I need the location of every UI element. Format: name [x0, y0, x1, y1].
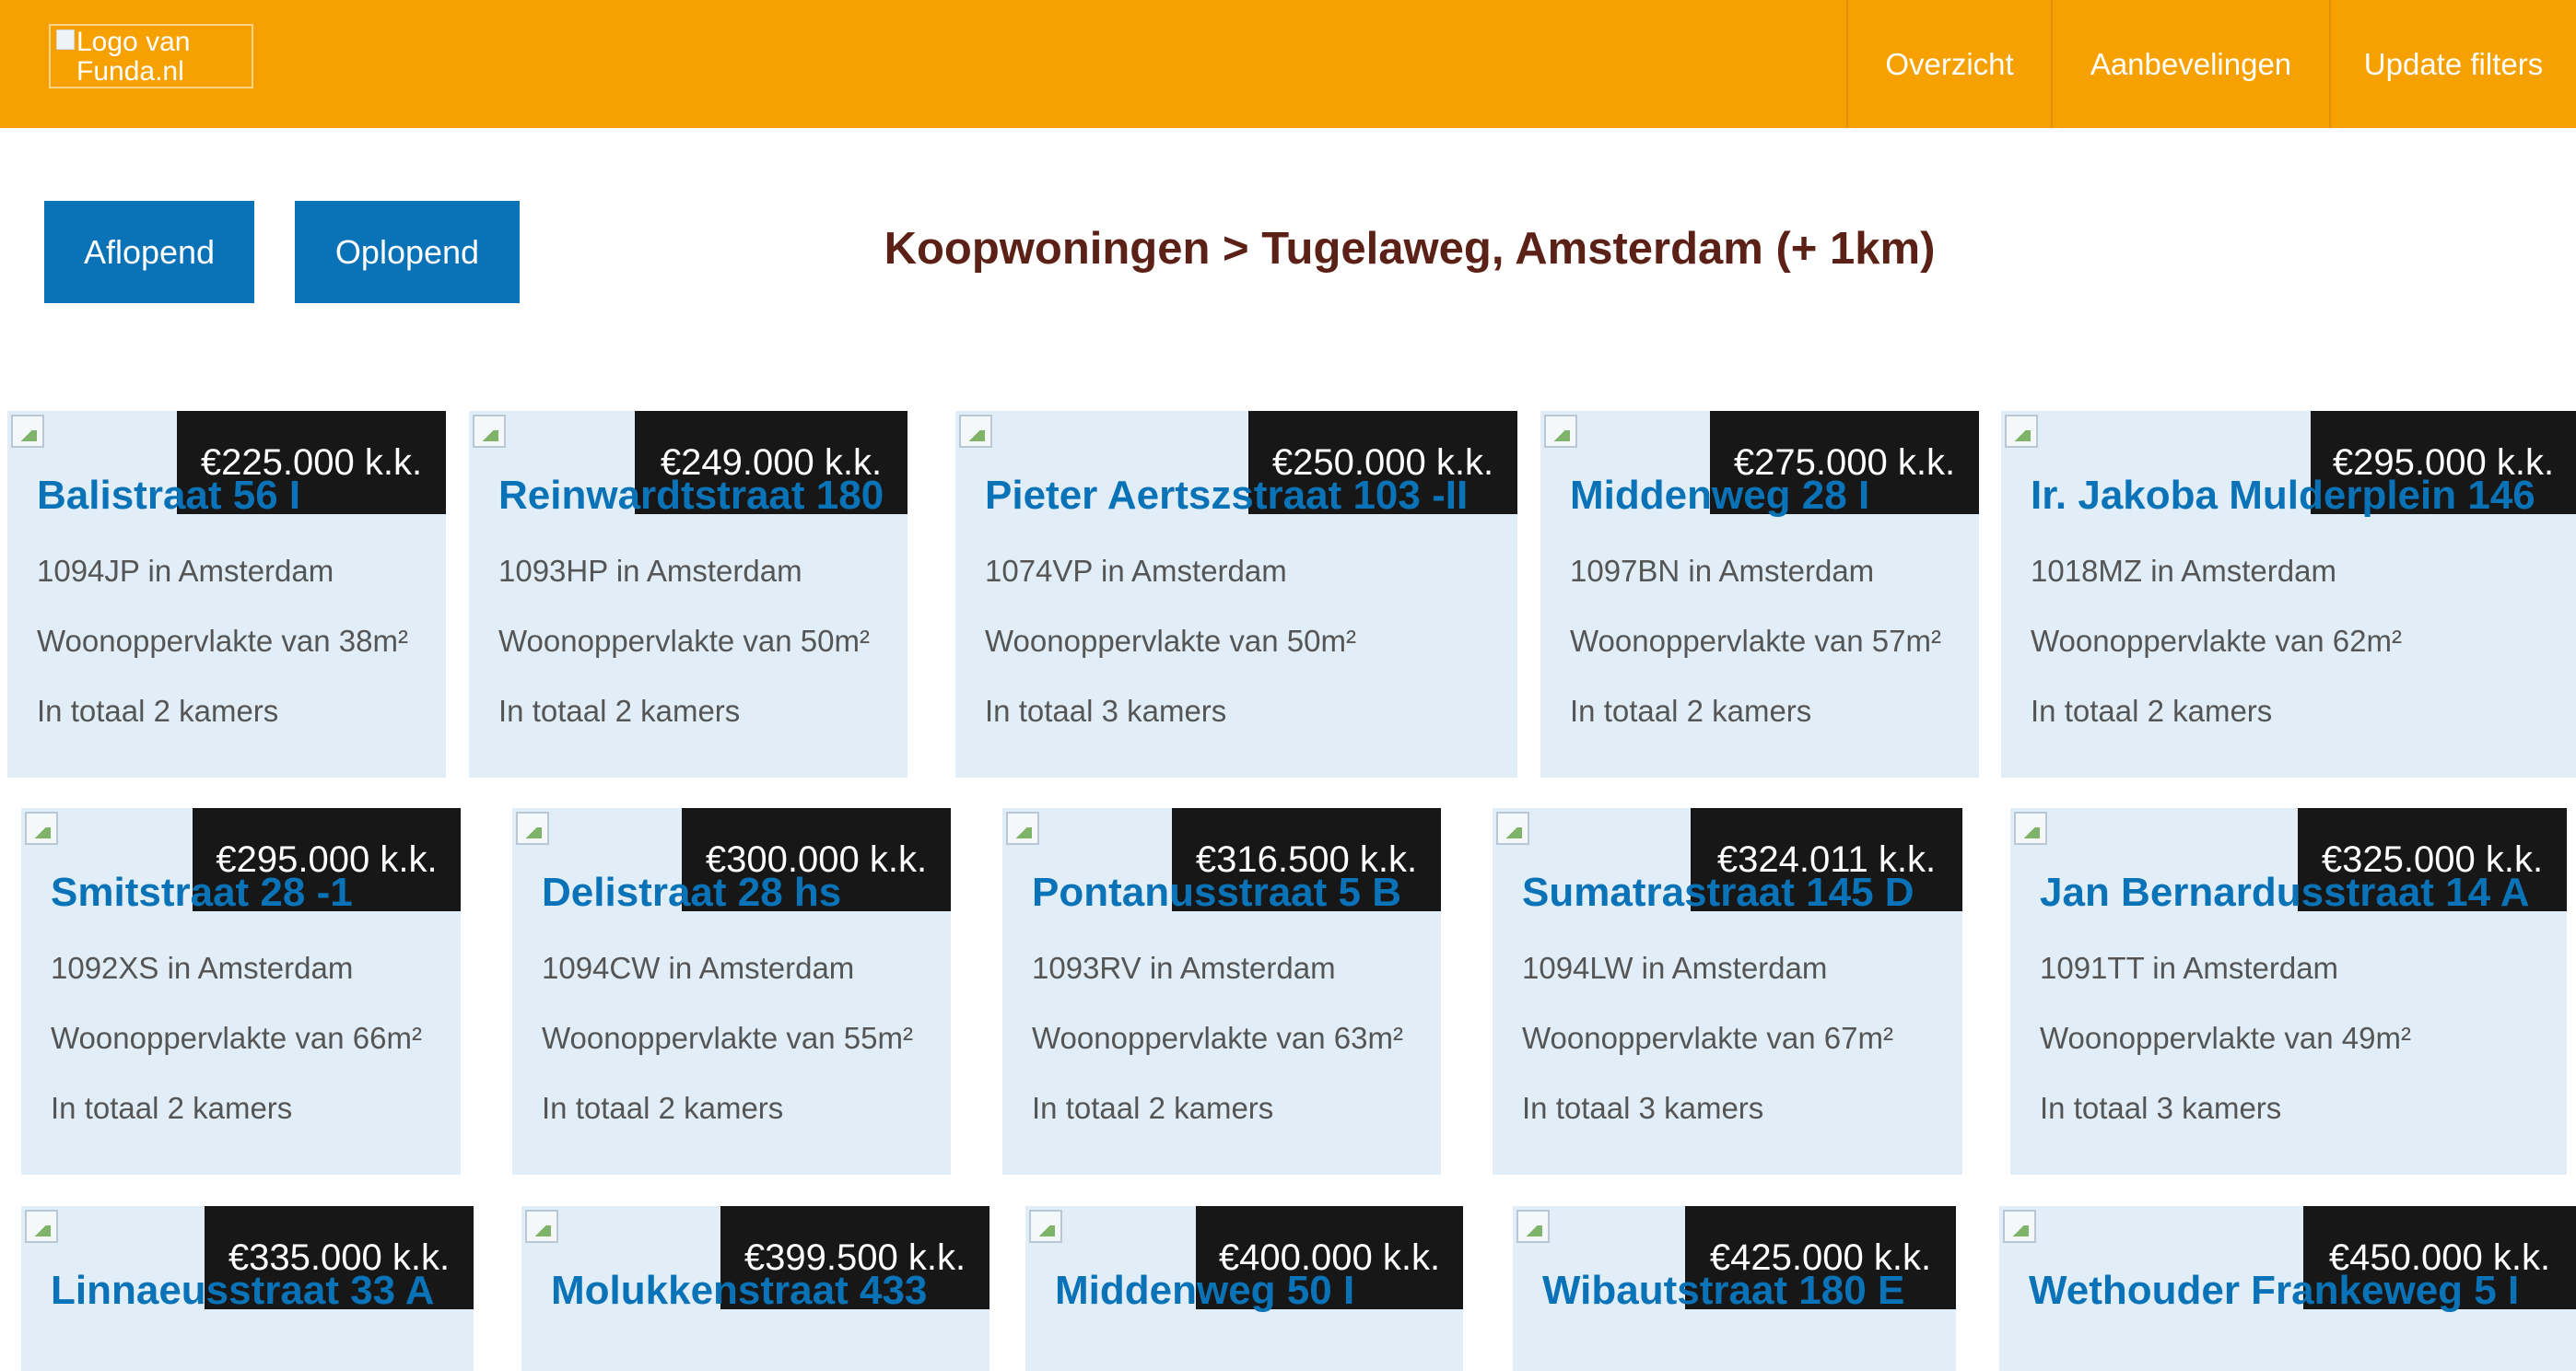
listing-street-link[interactable]: Smitstraat 28 -1 — [51, 869, 451, 917]
listing-area: Woonoppervlakte van 62m² — [2031, 624, 2402, 658]
listing-postcode: 1093RV in Amsterdam — [1032, 951, 1336, 985]
listing-street-link[interactable]: Wethouder Frankeweg 5 I — [2029, 1267, 2567, 1315]
listing-rooms: In totaal 3 kamers — [985, 694, 1227, 728]
page-title: Koopwoningen > Tugelaweg, Amsterdam (+ 1… — [884, 224, 1936, 274]
broken-image-icon — [2005, 415, 2038, 448]
listing-card[interactable]: €325.000 k.k. Jan Bernardusstraat 14 A 1… — [2010, 808, 2567, 1175]
logo-alt-text: Logo van Funda.nl — [76, 27, 191, 87]
broken-image-icon — [56, 29, 75, 50]
broken-image-icon — [1544, 415, 1577, 448]
listing-street-link[interactable]: Linnaeusstraat 33 A — [51, 1267, 464, 1315]
broken-image-icon — [1006, 812, 1039, 845]
listing-rooms: In totaal 2 kamers — [1570, 694, 1812, 728]
listing-postcode: 1092XS in Amsterdam — [51, 951, 354, 985]
listing-card[interactable]: €300.000 k.k. Delistraat 28 hs 1094CW in… — [512, 808, 951, 1175]
listing-area: Woonoppervlakte van 63m² — [1032, 1021, 1403, 1055]
listing-card[interactable]: €275.000 k.k. Middenweg 28 I 1097BN in A… — [1540, 411, 1979, 778]
listing-street-link[interactable]: Balistraat 56 I — [37, 472, 437, 520]
listing-postcode: 1018MZ in Amsterdam — [2031, 554, 2336, 588]
broken-image-icon — [516, 812, 549, 845]
broken-image-icon — [1496, 812, 1529, 845]
listing-card[interactable]: €450.000 k.k. Wethouder Frankeweg 5 I — [1999, 1206, 2576, 1371]
listing-street-link[interactable]: Delistraat 28 hs — [542, 869, 942, 917]
broken-image-icon — [2003, 1210, 2036, 1243]
listing-card[interactable]: €316.500 k.k. Pontanusstraat 5 B 1093RV … — [1002, 808, 1441, 1175]
listing-street-link[interactable]: Molukkenstraat 433 — [551, 1267, 980, 1315]
listing-card[interactable]: €324.011 k.k. Sumatrastraat 145 D 1094LW… — [1493, 808, 1962, 1175]
listing-card[interactable]: €249.000 k.k. Reinwardtstraat 180 1093HP… — [469, 411, 907, 778]
listing-card[interactable]: €400.000 k.k. Middenweg 50 I — [1025, 1206, 1463, 1371]
broken-image-icon — [473, 415, 506, 448]
listing-area: Woonoppervlakte van 50m² — [498, 624, 870, 658]
listing-postcode: 1097BN in Amsterdam — [1570, 554, 1875, 588]
broken-image-icon — [25, 812, 58, 845]
listing-street-link[interactable]: Wibautstraat 180 E — [1542, 1267, 1947, 1315]
listing-street-link[interactable]: Jan Bernardusstraat 14 A — [2040, 869, 2558, 917]
listing-area: Woonoppervlakte van 38m² — [37, 624, 408, 658]
listing-card[interactable]: €250.000 k.k. Pieter Aertszstraat 103 -I… — [955, 411, 1517, 778]
listing-card[interactable]: €295.000 k.k. Smitstraat 28 -1 1092XS in… — [21, 808, 461, 1175]
listing-rooms: In totaal 3 kamers — [1522, 1091, 1764, 1125]
broken-image-icon — [1029, 1210, 1062, 1243]
listing-rooms: In totaal 2 kamers — [498, 694, 741, 728]
listing-card[interactable]: €295.000 k.k. Ir. Jakoba Mulderplein 146… — [2001, 411, 2576, 778]
listing-postcode: 1074VP in Amsterdam — [985, 554, 1287, 588]
listing-street-link[interactable]: Pontanusstraat 5 B — [1032, 869, 1432, 917]
listing-rooms: In totaal 3 kamers — [2040, 1091, 2282, 1125]
listing-area: Woonoppervlakte van 49m² — [2040, 1021, 2411, 1055]
listing-street-link[interactable]: Sumatrastraat 145 D — [1522, 869, 1953, 917]
broken-image-icon — [11, 415, 44, 448]
listing-area: Woonoppervlakte van 57m² — [1570, 624, 1941, 658]
listing-rooms: In totaal 2 kamers — [2031, 694, 2273, 728]
broken-image-icon — [25, 1210, 58, 1243]
broken-image-icon — [959, 415, 992, 448]
broken-image-icon — [525, 1210, 558, 1243]
sort-descending-button[interactable]: Aflopend — [44, 201, 254, 303]
listing-card[interactable]: €225.000 k.k. Balistraat 56 I 1094JP in … — [7, 411, 446, 778]
listing-rooms: In totaal 2 kamers — [542, 1091, 784, 1125]
top-navbar: Logo van Funda.nl Overzicht Aanbevelinge… — [0, 0, 2576, 128]
listing-area: Woonoppervlakte van 50m² — [985, 624, 1356, 658]
listing-area: Woonoppervlakte van 66m² — [51, 1021, 422, 1055]
broken-image-icon — [1516, 1210, 1550, 1243]
listing-card[interactable]: €399.500 k.k. Molukkenstraat 433 — [521, 1206, 989, 1371]
listing-rooms: In totaal 2 kamers — [1032, 1091, 1274, 1125]
listing-card[interactable]: €335.000 k.k. Linnaeusstraat 33 A — [21, 1206, 474, 1371]
listing-street-link[interactable]: Middenweg 28 I — [1570, 472, 1970, 520]
listing-area: Woonoppervlakte van 55m² — [542, 1021, 913, 1055]
broken-image-icon — [2014, 812, 2047, 845]
listing-street-link[interactable]: Pieter Aertszstraat 103 -II — [985, 472, 1508, 520]
nav-update-filters[interactable]: Update filters — [2329, 0, 2576, 128]
sort-ascending-button[interactable]: Oplopend — [295, 201, 520, 303]
listing-postcode: 1093HP in Amsterdam — [498, 554, 802, 588]
listing-rooms: In totaal 2 kamers — [37, 694, 279, 728]
listing-postcode: 1094LW in Amsterdam — [1522, 951, 1828, 985]
nav-aanbevelingen[interactable]: Aanbevelingen — [2051, 0, 2329, 128]
listing-street-link[interactable]: Middenweg 50 I — [1055, 1267, 1454, 1315]
nav-overzicht[interactable]: Overzicht — [1846, 0, 2051, 128]
funda-logo[interactable]: Logo van Funda.nl — [49, 24, 253, 88]
listing-area: Woonoppervlakte van 67m² — [1522, 1021, 1893, 1055]
listing-postcode: 1094JP in Amsterdam — [37, 554, 334, 588]
listing-street-link[interactable]: Reinwardtstraat 180 — [498, 472, 898, 520]
listing-rooms: In totaal 2 kamers — [51, 1091, 293, 1125]
listing-card[interactable]: €425.000 k.k. Wibautstraat 180 E — [1513, 1206, 1956, 1371]
listing-street-link[interactable]: Ir. Jakoba Mulderplein 146 — [2031, 472, 2567, 520]
listing-postcode: 1094CW in Amsterdam — [542, 951, 855, 985]
listing-postcode: 1091TT in Amsterdam — [2040, 951, 2339, 985]
